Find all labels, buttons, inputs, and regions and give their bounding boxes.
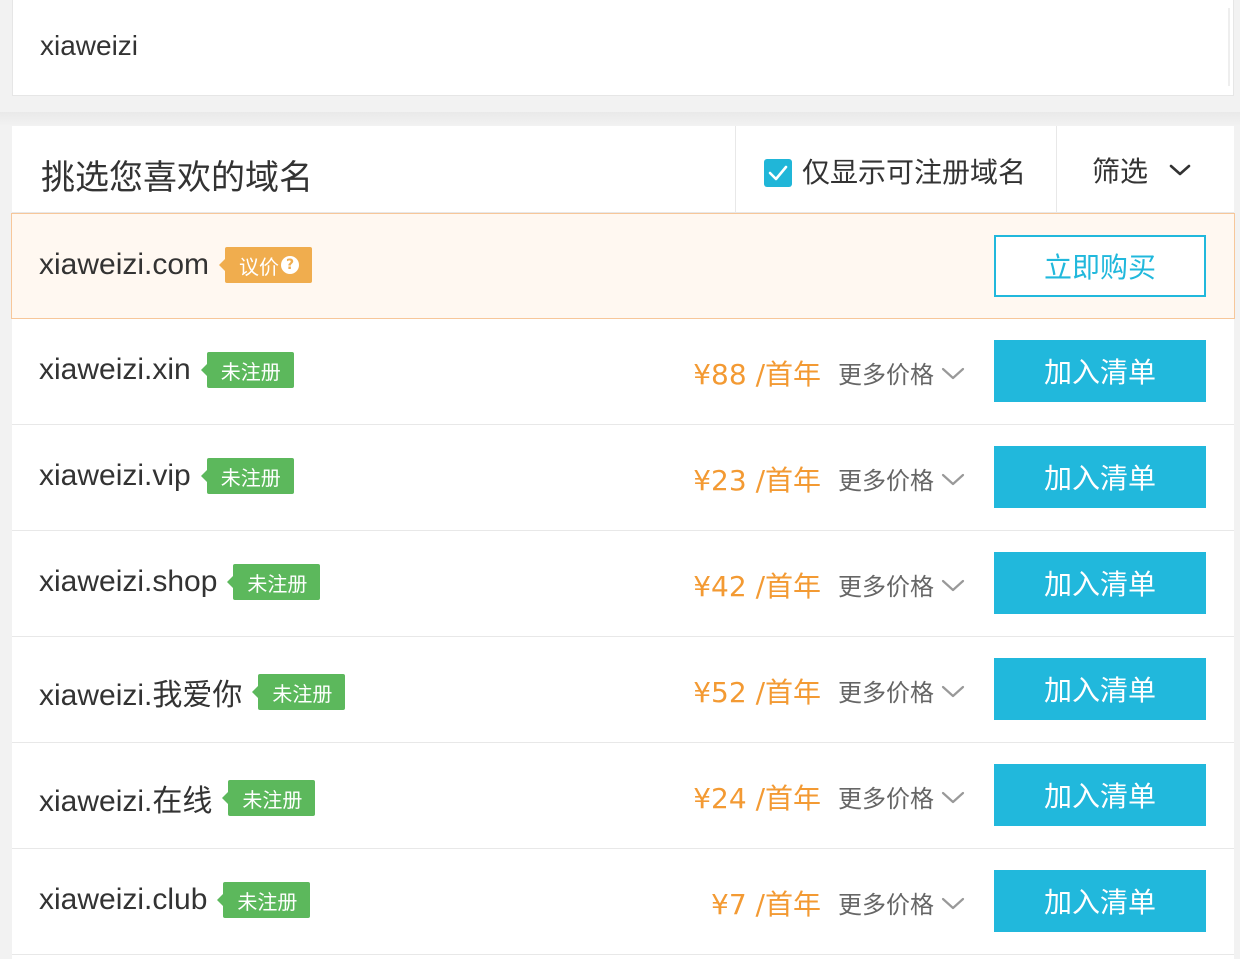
search-field-edge [1228,8,1230,86]
unregistered-badge: 未注册 [227,564,321,600]
chevron-down-icon[interactable] [1168,162,1192,178]
list-header: 挑选您喜欢的域名 仅显示可注册域名 筛选 [12,126,1234,213]
unregistered-badge: 未注册 [252,674,346,710]
first-year-price: ¥24 /首年 [693,782,821,815]
available-only-checkbox[interactable]: 仅显示可注册域名 [764,151,1026,191]
domain-text: xiaweizi.club [39,883,208,916]
domain-row: xiaweizi.xin 未注册 ¥88 /首年 更多价格 加入清单 [12,319,1234,425]
unregistered-badge: 未注册 [200,352,294,388]
chevron-down-icon[interactable] [940,471,966,487]
domain-name: xiaweizi.club 未注册 [39,882,311,918]
add-to-list-button[interactable]: 加入清单 [994,870,1206,932]
more-prices-label[interactable]: 更多价格 [838,461,934,496]
domain-row: xiaweizi.vip 未注册 ¥23 /首年 更多价格 加入清单 [12,425,1234,531]
more-prices-label[interactable]: 更多价格 [838,355,934,390]
unregistered-badge: 未注册 [200,458,294,494]
domain-name: xiaweizi.vip 未注册 [39,458,294,494]
buy-now-button[interactable]: 立即购买 [994,235,1206,297]
filter-dropdown[interactable]: 筛选 [1092,150,1192,190]
first-year-price: ¥23 /首年 [693,464,821,497]
domain-name: xiaweizi.shop 未注册 [39,564,321,600]
search-field[interactable]: xiaweizi [12,0,1234,96]
featured-domain-row: xiaweizi.com 议价 ? 立即购买 [11,213,1235,319]
domain-row: xiaweizi.shop 未注册 ¥42 /首年 更多价格 加入清单 [12,531,1234,637]
chevron-down-icon[interactable] [940,895,966,911]
add-to-list-button[interactable]: 加入清单 [994,658,1206,720]
chevron-down-icon[interactable] [940,683,966,699]
domain-name: xiaweizi.xin 未注册 [39,352,294,388]
header-divider [1056,126,1057,212]
check-icon[interactable] [764,159,792,187]
more-prices-label[interactable]: 更多价格 [838,885,934,920]
first-year-price: ¥7 /首年 [711,888,821,921]
add-to-list-button[interactable]: 加入清单 [994,340,1206,402]
header-divider [735,126,736,212]
search-input-value[interactable]: xiaweizi [40,30,138,62]
unregistered-badge: 未注册 [222,780,316,816]
domain-row: xiaweizi.club 未注册 ¥7 /首年 更多价格 加入清单 [12,849,1234,955]
unregistered-badge: 未注册 [217,882,311,918]
more-prices-toggle[interactable]: 更多价格 [838,355,966,390]
negotiable-badge[interactable]: 议价 ? [219,247,313,283]
badge-label: 议价 [239,254,280,279]
section-separator [0,112,1240,126]
first-year-price: ¥52 /首年 [693,676,821,709]
domain-text: xiaweizi.我爱你 [39,679,243,712]
chevron-down-icon[interactable] [940,789,966,805]
filter-label[interactable]: 筛选 [1092,150,1148,190]
more-prices-label[interactable]: 更多价格 [838,779,934,814]
more-prices-label[interactable]: 更多价格 [838,567,934,602]
question-circle-icon[interactable]: ? [281,256,300,274]
domain-name: xiaweizi.在线 未注册 [39,776,316,820]
domain-row: xiaweizi.我爱你 未注册 ¥52 /首年 更多价格 加入清单 [12,637,1234,743]
add-to-list-button[interactable]: 加入清单 [994,446,1206,508]
checkbox-label[interactable]: 仅显示可注册域名 [802,151,1026,191]
more-prices-toggle[interactable]: 更多价格 [838,461,966,496]
add-to-list-button[interactable]: 加入清单 [994,552,1206,614]
more-prices-toggle[interactable]: 更多价格 [838,885,966,920]
chevron-down-icon[interactable] [940,577,966,593]
add-to-list-button[interactable]: 加入清单 [994,764,1206,826]
more-prices-toggle[interactable]: 更多价格 [838,779,966,814]
first-year-price: ¥88 /首年 [693,358,821,391]
domain-text: xiaweizi.com [39,248,210,281]
first-year-price: ¥42 /首年 [693,570,821,603]
domain-list: 挑选您喜欢的域名 仅显示可注册域名 筛选 xiaweizi.com 议价 ? 立… [11,126,1235,959]
more-prices-toggle[interactable]: 更多价格 [838,567,966,602]
domain-name: xiaweizi.我爱你 未注册 [39,670,346,714]
domain-text: xiaweizi.xin [39,353,191,386]
domain-name: xiaweizi.com 议价 ? [39,247,313,283]
chevron-down-icon[interactable] [940,365,966,381]
domain-text: xiaweizi.在线 [39,785,213,818]
more-prices-label[interactable]: 更多价格 [838,673,934,708]
list-title: 挑选您喜欢的域名 [41,158,313,198]
domain-text: xiaweizi.shop [39,565,218,598]
more-prices-toggle[interactable]: 更多价格 [838,673,966,708]
domain-row: xiaweizi.在线 未注册 ¥24 /首年 更多价格 加入清单 [12,743,1234,849]
domain-text: xiaweizi.vip [39,459,191,492]
